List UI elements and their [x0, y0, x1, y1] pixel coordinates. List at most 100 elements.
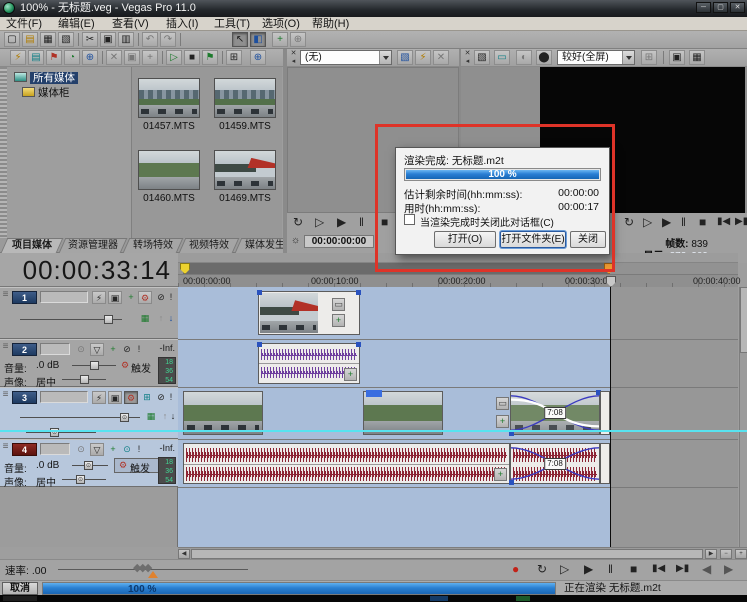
- clip-name[interactable]: 01459.MTS: [210, 121, 280, 132]
- track-fx-icon[interactable]: ▽: [90, 443, 104, 456]
- pause-icon[interactable]: ‖: [359, 213, 364, 231]
- automation-settings-icon[interactable]: ⚙: [138, 291, 152, 304]
- track-fx-icon[interactable]: ▽: [90, 343, 104, 356]
- audio-event-track4[interactable]: +: [183, 443, 510, 484]
- solo-icon[interactable]: !: [166, 391, 176, 404]
- solo-icon[interactable]: !: [134, 343, 144, 356]
- project-properties-icon[interactable]: ▧: [474, 50, 490, 65]
- pan-slider-knob[interactable]: ⊙: [76, 475, 85, 484]
- tab-project-media[interactable]: 项目媒体: [4, 238, 60, 253]
- track-number[interactable]: 3: [12, 391, 37, 404]
- timeline-content[interactable]: ▭ + + ▭ + 7:08: [178, 287, 738, 547]
- loop-playback-icon[interactable]: ↻: [537, 560, 547, 578]
- preview-quality-icon[interactable]: ⬤: [536, 50, 552, 65]
- track-number[interactable]: 4: [12, 443, 37, 456]
- scan-disc-icon[interactable]: ⊕: [82, 50, 98, 65]
- collapse-trimmer-icon[interactable]: ◂: [289, 58, 298, 66]
- stop-icon[interactable]: ■: [381, 213, 388, 231]
- track-number[interactable]: 1: [12, 291, 37, 304]
- scroll-left-icon[interactable]: ◀: [178, 549, 190, 559]
- track-grip-icon[interactable]: ≡: [1, 391, 10, 409]
- track-fx-icon[interactable]: ⚡: [92, 391, 106, 404]
- track-header-2[interactable]: ≡ 2 ⊙ ▽ + ⊘ ! -Inf. 音量: .0 dB ⚙ 触发 声像: 居…: [0, 339, 178, 387]
- play-icon[interactable]: ▶: [662, 213, 671, 231]
- menu-options[interactable]: 选项(O): [262, 17, 300, 31]
- timeline-vertical-scrollbar[interactable]: [739, 287, 747, 547]
- normal-edit-tool-icon[interactable]: ↖: [232, 32, 248, 47]
- clip-thumbnail-01469[interactable]: [214, 150, 276, 190]
- go-to-end-icon[interactable]: ▶▮: [735, 213, 747, 231]
- trimmer-preset-dropdown[interactable]: (无): [300, 50, 392, 65]
- track-name-field[interactable]: [40, 343, 70, 355]
- event-fx-icon[interactable]: +: [344, 368, 357, 381]
- close-preview-icon[interactable]: ✕: [463, 50, 472, 58]
- save-snapshot-icon[interactable]: ▦: [689, 50, 705, 65]
- external-monitor-icon[interactable]: ▭: [494, 50, 510, 65]
- save-icon[interactable]: ▦: [40, 32, 56, 47]
- play-icon[interactable]: ▶: [584, 560, 593, 578]
- volume-slider-knob[interactable]: [90, 361, 99, 370]
- phase-icon[interactable]: ⊙: [74, 443, 88, 456]
- timeline-time-display[interactable]: 00:00:33:14: [0, 253, 178, 287]
- time-ruler[interactable]: 00:00:00:00 00:00:10:00 00:00:20:00 00:0…: [178, 274, 738, 287]
- new-project-icon[interactable]: ▢: [4, 32, 20, 47]
- trimmer-time-display[interactable]: 00:00:00:00: [304, 235, 374, 248]
- stop-preview-icon[interactable]: ■: [184, 50, 200, 65]
- preview-quality-dropdown[interactable]: 较好(全屏): [557, 50, 635, 65]
- selection-handle[interactable]: [356, 290, 361, 295]
- media-fx-icon[interactable]: ▣: [124, 50, 140, 65]
- title-bar[interactable]: 100% - 无标题.veg - Vegas Pro 11.0 ─ ▢ ✕: [0, 0, 747, 17]
- video-event-sliver[interactable]: [600, 391, 610, 435]
- stop-icon[interactable]: ■: [630, 560, 637, 578]
- loop-playback-icon[interactable]: ↻: [293, 213, 303, 231]
- media-panel-grip[interactable]: [0, 67, 7, 238]
- scrollbar-thumb[interactable]: [191, 549, 703, 559]
- menu-view[interactable]: 查看(V): [112, 17, 149, 31]
- event-fx-icon[interactable]: +: [496, 415, 509, 428]
- automation-settings-icon[interactable]: ⚙: [124, 391, 138, 404]
- video-event-track3-crossfade[interactable]: 7:08: [510, 391, 600, 435]
- trigger-label[interactable]: 触发: [131, 360, 151, 375]
- capture-video-icon[interactable]: ⚑: [46, 50, 62, 65]
- zoom-tool-icon[interactable]: ⊕: [290, 32, 306, 47]
- event-pan-crop-icon[interactable]: ▭: [496, 397, 509, 410]
- track-header-4[interactable]: ≡ 4 ⊙ ▽ + ⊙ ! -Inf. 音量: .0 dB ⊙ ⚙ 触发 ▽ 声…: [0, 439, 178, 487]
- track-header-1[interactable]: ≡ 1 ⚡ ▣ + ⚙ ⊘ ! ▦ ↑ ↓: [0, 287, 178, 339]
- edit-cursor-head-icon[interactable]: [606, 276, 616, 287]
- trimmer-fx-icon[interactable]: ⚡: [415, 50, 431, 65]
- edit-cursor[interactable]: [610, 287, 611, 547]
- track-name-field[interactable]: [40, 391, 88, 403]
- copy-icon[interactable]: ▣: [100, 32, 116, 47]
- track-motion-icon[interactable]: ▣: [108, 391, 122, 404]
- audio-event-track2[interactable]: +: [258, 343, 360, 384]
- go-to-end-icon[interactable]: ▶▮: [676, 560, 689, 578]
- play-from-start-icon[interactable]: ▷: [643, 213, 652, 231]
- loop-region[interactable]: [183, 263, 610, 274]
- compositing-mode-icon[interactable]: ▦: [144, 410, 158, 423]
- mute-icon[interactable]: ⊘: [120, 343, 134, 356]
- video-event-track3-a[interactable]: [183, 391, 263, 435]
- track-grip-icon[interactable]: ≡: [1, 343, 10, 361]
- copy-snapshot-icon[interactable]: ▣: [669, 50, 685, 65]
- make-child-icon[interactable]: ↓: [164, 312, 178, 325]
- search-media-icon[interactable]: ⊕: [250, 50, 266, 65]
- track-grip-icon[interactable]: ≡: [1, 443, 10, 461]
- scrollbar-thumb[interactable]: [740, 287, 747, 353]
- dropdown-arrow-icon[interactable]: [379, 51, 391, 64]
- redo-icon[interactable]: ↷: [160, 32, 176, 47]
- maximize-button[interactable]: ▢: [713, 2, 728, 13]
- clip-thumbnail-01460[interactable]: [138, 150, 200, 190]
- event-fx-icon[interactable]: +: [494, 468, 507, 481]
- close-dialog-button[interactable]: 关闭: [570, 231, 606, 248]
- paste-icon[interactable]: ▥: [118, 32, 134, 47]
- track-name-field[interactable]: [40, 291, 88, 303]
- selection-handle[interactable]: [356, 342, 361, 347]
- play-icon[interactable]: ▶: [337, 213, 346, 231]
- insert-fx-icon[interactable]: +: [106, 343, 120, 356]
- taskbar-item[interactable]: [3, 596, 37, 601]
- loop-playback-icon[interactable]: ↻: [624, 213, 634, 231]
- pause-icon[interactable]: ‖: [608, 560, 613, 578]
- event-pan-crop-icon[interactable]: ▭: [332, 298, 345, 311]
- import-media-icon[interactable]: ▤: [28, 50, 44, 65]
- track-number[interactable]: 2: [12, 343, 37, 356]
